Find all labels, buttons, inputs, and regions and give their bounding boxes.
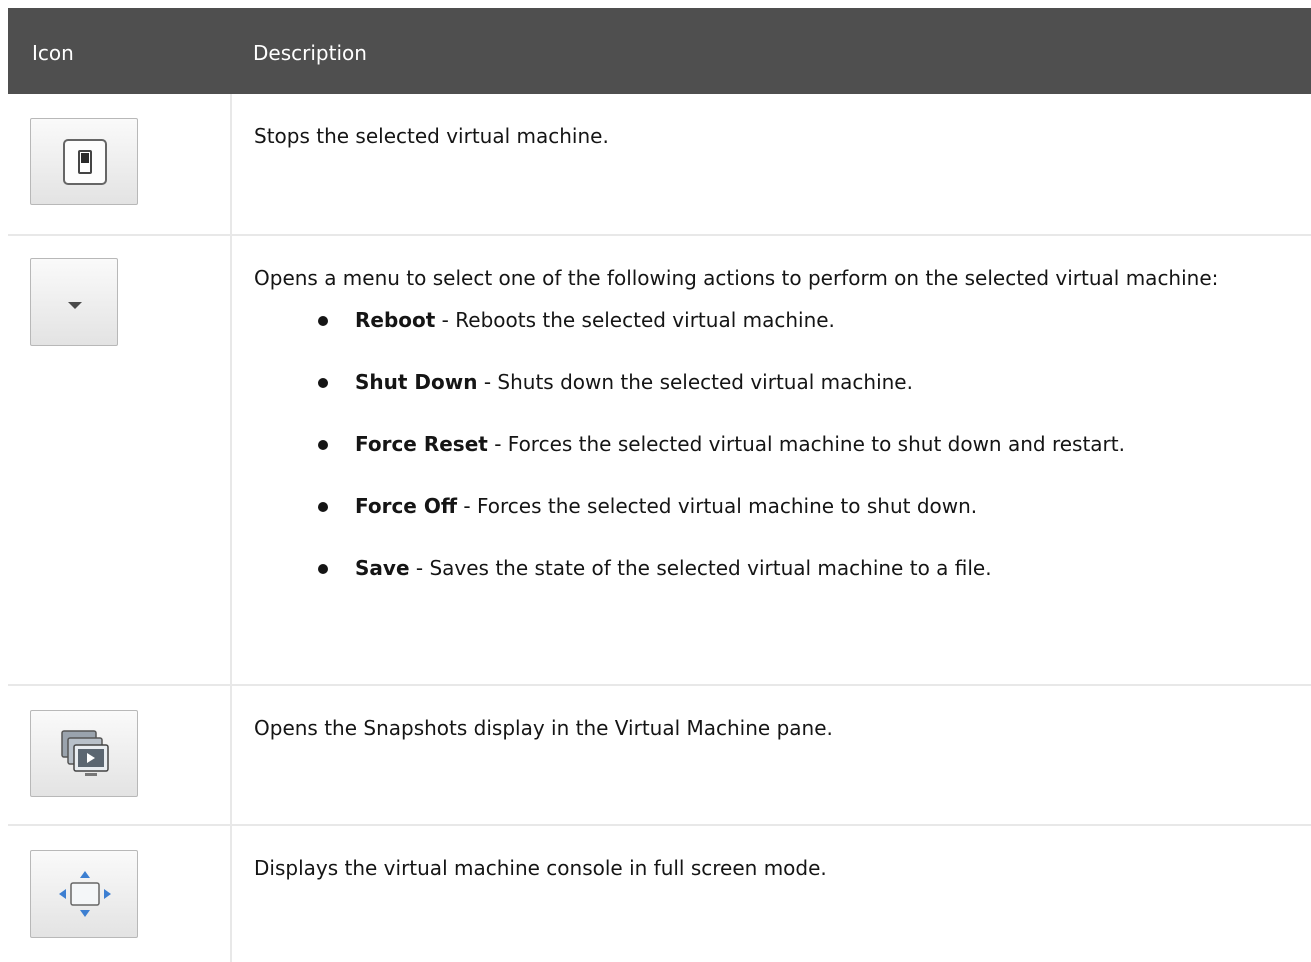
bullet-icon [318,316,328,326]
stop-switch-icon [63,139,107,185]
table-row: Opens the Snapshots display in the Virtu… [8,686,1311,826]
list-item: Shut Down - Shuts down the selected virt… [254,366,1264,428]
header-icon: Icon [32,41,74,65]
row-description-block: Opens a menu to select one of the follow… [254,262,1264,614]
action-term: Force Reset [355,432,488,456]
action-term: Save [355,556,410,580]
header-description: Description [253,41,367,65]
action-text: - Saves the state of the selected virtua… [409,556,992,580]
table-row: Opens a menu to select one of the follow… [8,236,1311,686]
bullet-icon [318,440,328,450]
fullscreen-icon [59,871,111,917]
list-item: Save - Saves the state of the selected v… [254,552,1264,614]
action-term: Reboot [355,308,436,332]
fullscreen-button[interactable] [30,850,138,938]
snapshots-icon [61,730,109,776]
row-description: Opens a menu to select one of the follow… [254,266,1219,290]
list-item: Force Off - Forces the selected virtual … [254,490,1264,552]
stop-button[interactable] [30,118,138,205]
row-description: Opens the Snapshots display in the Virtu… [254,716,833,740]
row-description: Displays the virtual machine console in … [254,856,827,880]
table-header: Icon Description [8,8,1311,94]
bullet-icon [318,502,328,512]
action-term: Force Off [355,494,458,518]
actions-dropdown-button[interactable] [30,258,118,346]
bullet-icon [318,564,328,574]
dropdown-arrow-icon [68,302,82,309]
action-text: - Forces the selected virtual machine to… [457,494,978,518]
action-text: - Shuts down the selected virtual machin… [477,370,913,394]
row-description: Stops the selected virtual machine. [254,124,609,148]
icons-table: Icon Description Stops the selected virt… [8,8,1311,962]
action-text: - Reboots the selected virtual machine. [435,308,835,332]
action-term: Shut Down [355,370,478,394]
table-row: Displays the virtual machine console in … [8,826,1311,962]
list-item: Reboot - Reboots the selected virtual ma… [254,304,1264,366]
actions-list: Reboot - Reboots the selected virtual ma… [254,304,1264,614]
list-item: Force Reset - Forces the selected virtua… [254,428,1264,490]
snapshots-button[interactable] [30,710,138,797]
bullet-icon [318,378,328,388]
action-text: - Forces the selected virtual machine to… [487,432,1125,456]
table-row: Stops the selected virtual machine. [8,94,1311,236]
